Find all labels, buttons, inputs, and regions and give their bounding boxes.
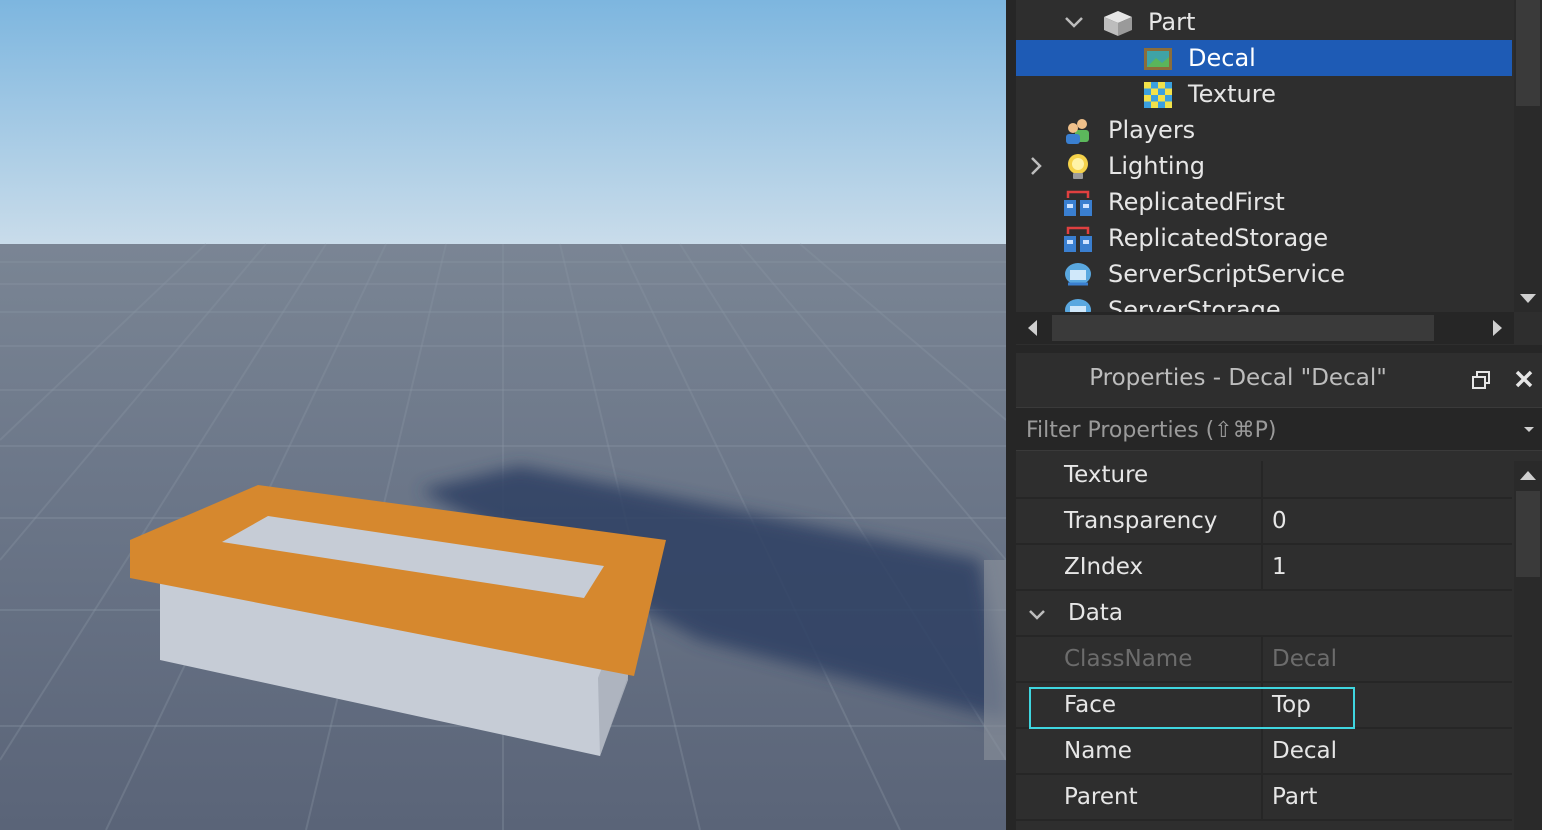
replicated-storage-icon <box>1064 226 1092 252</box>
column-separator[interactable] <box>1261 683 1263 729</box>
chevron-down-icon[interactable] <box>1062 10 1086 34</box>
property-row-name[interactable]: Name Decal <box>1016 729 1512 775</box>
scroll-left-icon[interactable] <box>1016 312 1050 344</box>
column-separator[interactable] <box>1261 499 1263 545</box>
property-value[interactable]: 1 <box>1272 553 1508 581</box>
tree-item-label: ReplicatedFirst <box>1108 188 1285 216</box>
properties-grid: Texture Transparency 0 ZIndex 1 Data Cla… <box>1016 461 1512 830</box>
tree-item-replicated-storage[interactable]: ReplicatedStorage <box>1016 220 1512 256</box>
explorer-vertical-scrollbar[interactable] <box>1514 0 1542 312</box>
property-row-classname: ClassName Decal <box>1016 637 1512 683</box>
tree-item-label: Players <box>1108 116 1196 144</box>
property-value[interactable]: Top <box>1272 691 1508 719</box>
explorer-horizontal-scrollbar[interactable] <box>1016 312 1514 344</box>
property-row-parent[interactable]: Parent Part <box>1016 775 1512 821</box>
tree-item-server-script-service[interactable]: ServerScriptService <box>1016 256 1512 292</box>
property-name: Face <box>1064 692 1117 718</box>
property-value: Decal <box>1272 646 1337 672</box>
explorer-panel: Part Decal Texture Players Lighting Repl… <box>1016 0 1542 345</box>
tree-item-texture[interactable]: Texture <box>1016 76 1512 112</box>
lighting-icon <box>1068 154 1088 179</box>
property-value[interactable]: Decal <box>1272 737 1508 765</box>
tree-item-lighting[interactable]: Lighting <box>1016 148 1512 184</box>
server-storage-icon <box>1065 299 1091 312</box>
panel-divider[interactable] <box>1006 0 1016 830</box>
decal-icon <box>1144 48 1172 70</box>
tree-item-label: Decal <box>1188 44 1256 72</box>
scrollbar-thumb[interactable] <box>1516 491 1540 577</box>
properties-header: Properties - Decal "Decal" <box>1016 353 1542 405</box>
property-name: ZIndex <box>1064 554 1144 580</box>
chevron-down-icon[interactable] <box>1026 603 1048 625</box>
property-value[interactable]: 0 <box>1272 507 1508 535</box>
tree-item-part[interactable]: Part <box>1016 4 1512 40</box>
part-icon <box>1104 11 1132 36</box>
close-icon[interactable] <box>1512 367 1536 391</box>
scroll-down-icon[interactable] <box>1514 284 1542 312</box>
properties-title: Properties - Decal "Decal" <box>1089 365 1387 391</box>
column-separator[interactable] <box>1261 461 1263 499</box>
tree-item-label: Texture <box>1188 80 1276 108</box>
column-separator[interactable] <box>1261 729 1263 775</box>
property-name: Transparency <box>1064 508 1218 534</box>
players-icon <box>1066 119 1089 144</box>
tree-item-decal[interactable]: Decal <box>1016 40 1512 76</box>
scrollbar-thumb[interactable] <box>1516 0 1540 106</box>
chevron-right-icon[interactable] <box>1024 154 1048 178</box>
server-script-service-icon <box>1065 263 1091 286</box>
tree-item-label: ServerScriptService <box>1108 260 1346 288</box>
dropdown-arrow-icon[interactable] <box>1520 420 1538 438</box>
scrollbar-thumb[interactable] <box>1052 315 1434 341</box>
properties-vertical-scrollbar[interactable] <box>1514 461 1542 830</box>
tree-item-server-storage[interactable]: ServerStorage <box>1016 292 1512 312</box>
property-name: ClassName <box>1064 646 1193 672</box>
scroll-right-icon[interactable] <box>1480 312 1514 344</box>
column-separator[interactable] <box>1261 775 1263 821</box>
properties-panel: Properties - Decal "Decal" Texture Trans… <box>1016 353 1542 830</box>
tree-item-label: Part <box>1148 8 1196 36</box>
viewport-edge-object <box>984 560 1006 760</box>
sky <box>0 0 1006 244</box>
property-name: Name <box>1064 738 1132 764</box>
column-separator[interactable] <box>1261 545 1263 591</box>
tree-item-players[interactable]: Players <box>1016 112 1512 148</box>
property-category-data[interactable]: Data <box>1016 591 1512 637</box>
column-separator[interactable] <box>1261 637 1263 683</box>
property-row-face[interactable]: Face Top <box>1016 683 1512 729</box>
3d-viewport[interactable] <box>0 0 1006 830</box>
tree-item-label: ServerStorage <box>1108 296 1281 312</box>
viewport-scene <box>0 0 1006 830</box>
property-row-texture[interactable]: Texture <box>1016 461 1512 499</box>
property-row-transparency[interactable]: Transparency 0 <box>1016 499 1512 545</box>
scroll-up-icon[interactable] <box>1514 461 1542 491</box>
category-label: Data <box>1068 600 1123 626</box>
filter-properties-bar <box>1016 407 1542 451</box>
tree-item-replicated-first[interactable]: ReplicatedFirst <box>1016 184 1512 220</box>
tree-item-label: Lighting <box>1108 152 1206 180</box>
property-name: Texture <box>1064 462 1149 488</box>
float-window-icon[interactable] <box>1470 369 1492 391</box>
explorer-tree: Part Decal Texture Players Lighting Repl… <box>1016 0 1512 312</box>
property-row-zindex[interactable]: ZIndex 1 <box>1016 545 1512 591</box>
tree-item-label: ReplicatedStorage <box>1108 224 1329 252</box>
property-value[interactable]: Part <box>1272 783 1508 811</box>
replicated-first-icon <box>1064 190 1092 216</box>
filter-properties-input[interactable] <box>1024 412 1498 448</box>
texture-icon <box>1144 82 1172 108</box>
property-name: Parent <box>1064 784 1138 810</box>
panel-resize-handle[interactable] <box>1016 345 1542 353</box>
